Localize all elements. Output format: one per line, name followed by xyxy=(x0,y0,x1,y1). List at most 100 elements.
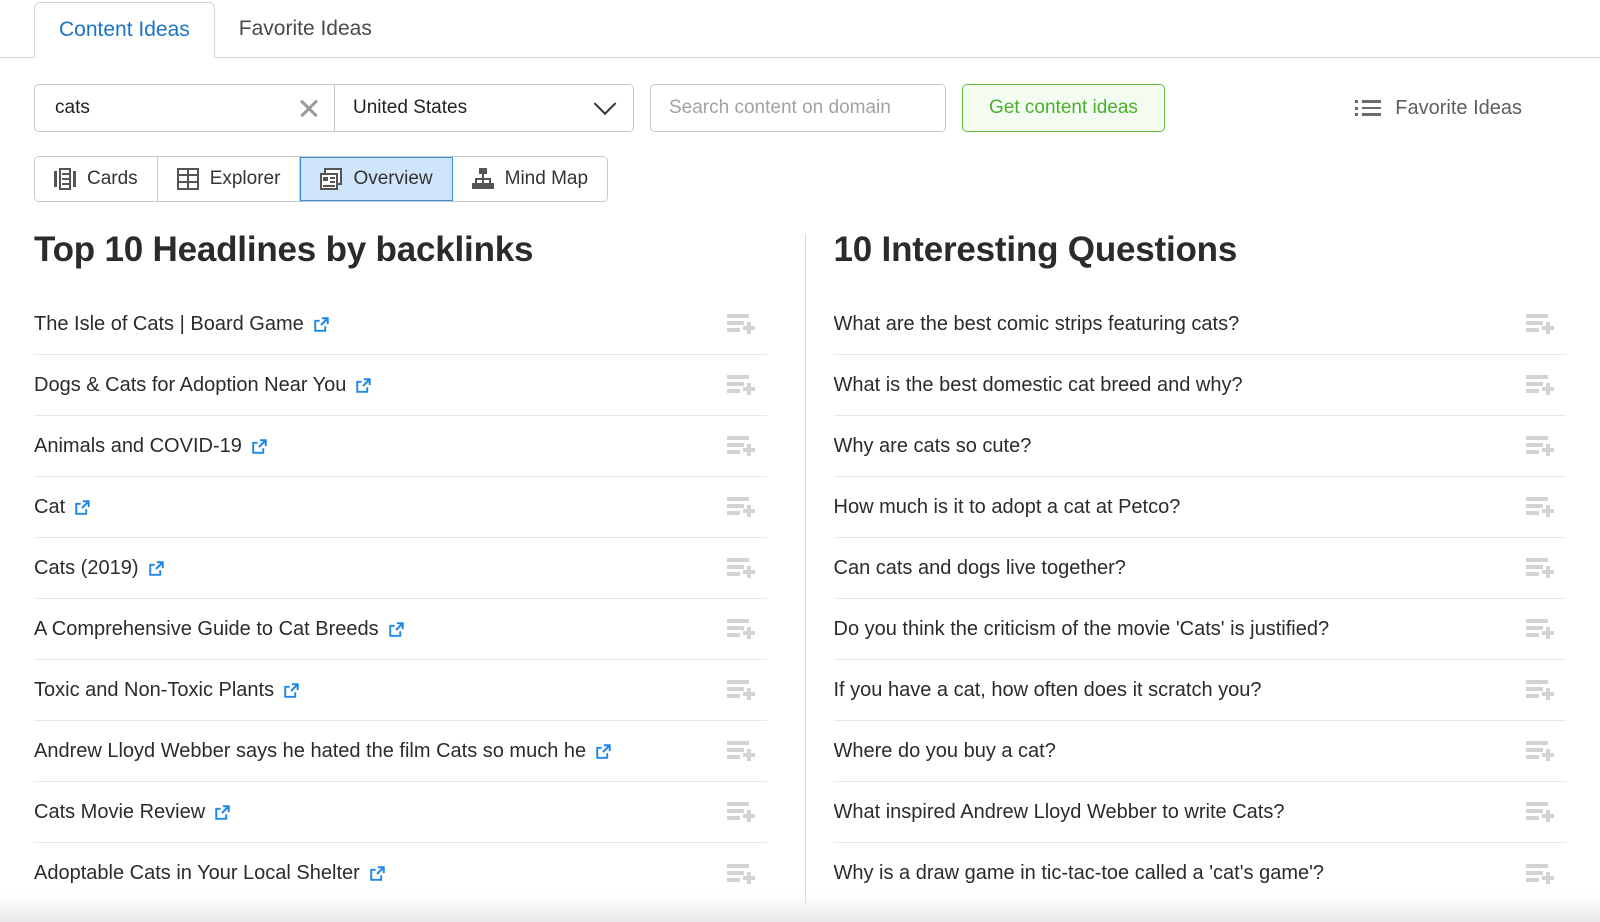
question-label: Why is a draw game in tic-tac-toe called… xyxy=(834,862,1325,885)
add-to-list-icon[interactable] xyxy=(727,375,753,395)
domain-search-input[interactable] xyxy=(650,84,946,132)
question-label: How much is it to adopt a cat at Petco? xyxy=(834,496,1181,519)
add-to-list-icon[interactable] xyxy=(727,680,753,700)
question-label: Can cats and dogs live together? xyxy=(834,557,1126,580)
external-link-icon[interactable] xyxy=(388,621,405,638)
add-to-list-icon[interactable] xyxy=(727,619,753,639)
headline-label: Dogs & Cats for Adoption Near You xyxy=(34,374,372,397)
list-item[interactable]: Cat xyxy=(34,477,767,538)
headline-label: A Comprehensive Guide to Cat Breeds xyxy=(34,618,405,641)
external-link-icon[interactable] xyxy=(369,865,386,882)
external-link-icon[interactable] xyxy=(355,377,372,394)
add-to-list-icon[interactable] xyxy=(1526,314,1552,334)
add-to-list-icon[interactable] xyxy=(727,802,753,822)
headline-label: Andrew Lloyd Webber says he hated the fi… xyxy=(34,740,612,763)
list-item[interactable]: The Isle of Cats | Board Game xyxy=(34,294,767,355)
add-to-list-icon[interactable] xyxy=(1526,558,1552,578)
add-to-list-icon[interactable] xyxy=(727,497,753,517)
question-label: What are the best comic strips featuring… xyxy=(834,313,1240,336)
chevron-down-icon xyxy=(594,92,617,115)
overview-icon xyxy=(320,168,342,190)
add-to-list-icon[interactable] xyxy=(1526,375,1552,395)
list-item[interactable]: Cats (2019) xyxy=(34,538,767,599)
headline-label: Animals and COVID-19 xyxy=(34,435,268,458)
list-item[interactable]: How much is it to adopt a cat at Petco? xyxy=(834,477,1567,538)
view-button-cards[interactable]: Cards xyxy=(35,157,158,201)
list-item[interactable]: Dogs & Cats for Adoption Near You xyxy=(34,355,767,416)
list-item[interactable]: Where do you buy a cat? xyxy=(834,721,1567,782)
question-text: What is the best domestic cat breed and … xyxy=(834,374,1243,397)
list-item[interactable]: A Comprehensive Guide to Cat Breeds xyxy=(34,599,767,660)
external-link-icon[interactable] xyxy=(214,804,231,821)
add-to-list-icon[interactable] xyxy=(1526,680,1552,700)
view-button-overview-label: Overview xyxy=(353,168,432,190)
question-text: If you have a cat, how often does it scr… xyxy=(834,679,1262,702)
add-to-list-icon[interactable] xyxy=(727,436,753,456)
add-to-list-icon[interactable] xyxy=(727,864,753,884)
question-text: Can cats and dogs live together? xyxy=(834,557,1126,580)
external-link-icon[interactable] xyxy=(283,682,300,699)
tab-favorite-ideas[interactable]: Favorite Ideas xyxy=(215,1,396,57)
question-label: What inspired Andrew Lloyd Webber to wri… xyxy=(834,801,1285,824)
favorite-ideas-link[interactable]: Favorite Ideas xyxy=(1355,97,1522,120)
questions-title: 10 Interesting Questions xyxy=(834,230,1567,270)
headline-text: Cats Movie Review xyxy=(34,801,205,824)
add-to-list-icon[interactable] xyxy=(727,558,753,578)
list-item[interactable]: What inspired Andrew Lloyd Webber to wri… xyxy=(834,782,1567,843)
headlines-panel: Top 10 Headlines by backlinks The Isle o… xyxy=(34,230,805,904)
question-text: How much is it to adopt a cat at Petco? xyxy=(834,496,1181,519)
list-item[interactable]: Adoptable Cats in Your Local Shelter xyxy=(34,843,767,904)
list-item[interactable]: Andrew Lloyd Webber says he hated the fi… xyxy=(34,721,767,782)
tab-favorite-ideas-label: Favorite Ideas xyxy=(239,17,372,40)
close-icon[interactable] xyxy=(296,95,322,121)
list-item[interactable]: What is the best domestic cat breed and … xyxy=(834,355,1567,416)
list-item[interactable]: Can cats and dogs live together? xyxy=(834,538,1567,599)
question-text: Where do you buy a cat? xyxy=(834,740,1056,763)
add-to-list-icon[interactable] xyxy=(1526,802,1552,822)
question-label: Do you think the criticism of the movie … xyxy=(834,618,1330,641)
get-content-ideas-button[interactable]: Get content ideas xyxy=(962,84,1165,132)
keyword-field-wrapper xyxy=(35,85,335,131)
question-label: Where do you buy a cat? xyxy=(834,740,1056,763)
list-item[interactable]: Why are cats so cute? xyxy=(834,416,1567,477)
questions-panel: 10 Interesting Questions What are the be… xyxy=(806,230,1567,904)
list-item[interactable]: Toxic and Non-Toxic Plants xyxy=(34,660,767,721)
add-to-list-icon[interactable] xyxy=(727,741,753,761)
external-link-icon[interactable] xyxy=(595,743,612,760)
add-to-list-icon[interactable] xyxy=(1526,864,1552,884)
keyword-input[interactable] xyxy=(53,96,296,120)
list-item[interactable]: Animals and COVID-19 xyxy=(34,416,767,477)
headline-text: Dogs & Cats for Adoption Near You xyxy=(34,374,346,397)
add-to-list-icon[interactable] xyxy=(1526,741,1552,761)
headline-label: The Isle of Cats | Board Game xyxy=(34,313,330,336)
list-item[interactable]: If you have a cat, how often does it scr… xyxy=(834,660,1567,721)
questions-list: What are the best comic strips featuring… xyxy=(834,294,1567,904)
headline-text: Cats (2019) xyxy=(34,557,139,580)
external-link-icon[interactable] xyxy=(74,499,91,516)
external-link-icon[interactable] xyxy=(313,316,330,333)
view-button-cards-label: Cards xyxy=(87,168,138,190)
view-button-explorer[interactable]: Explorer xyxy=(158,157,301,201)
list-item[interactable]: Why is a draw game in tic-tac-toe called… xyxy=(834,843,1567,904)
tab-content-ideas[interactable]: Content Ideas xyxy=(34,2,215,58)
country-select[interactable]: United States xyxy=(335,85,633,131)
add-to-list-icon[interactable] xyxy=(727,314,753,334)
add-to-list-icon[interactable] xyxy=(1526,619,1552,639)
view-switch: Cards Explorer Overview Mind Map xyxy=(34,156,608,202)
question-label: Why are cats so cute? xyxy=(834,435,1032,458)
list-item[interactable]: Do you think the criticism of the movie … xyxy=(834,599,1567,660)
headlines-list: The Isle of Cats | Board Game Dogs & Cats… xyxy=(34,294,767,904)
list-item[interactable]: What are the best comic strips featuring… xyxy=(834,294,1567,355)
question-label: What is the best domestic cat breed and … xyxy=(834,374,1243,397)
cards-icon xyxy=(54,168,76,190)
view-button-overview[interactable]: Overview xyxy=(300,157,452,201)
list-item[interactable]: Cats Movie Review xyxy=(34,782,767,843)
add-to-list-icon[interactable] xyxy=(1526,436,1552,456)
add-to-list-icon[interactable] xyxy=(1526,497,1552,517)
keyword-country-group: United States xyxy=(34,84,634,132)
external-link-icon[interactable] xyxy=(251,438,268,455)
external-link-icon[interactable] xyxy=(148,560,165,577)
headline-text: Toxic and Non-Toxic Plants xyxy=(34,679,274,702)
question-text: Do you think the criticism of the movie … xyxy=(834,618,1330,641)
view-button-mind-map[interactable]: Mind Map xyxy=(453,157,607,201)
